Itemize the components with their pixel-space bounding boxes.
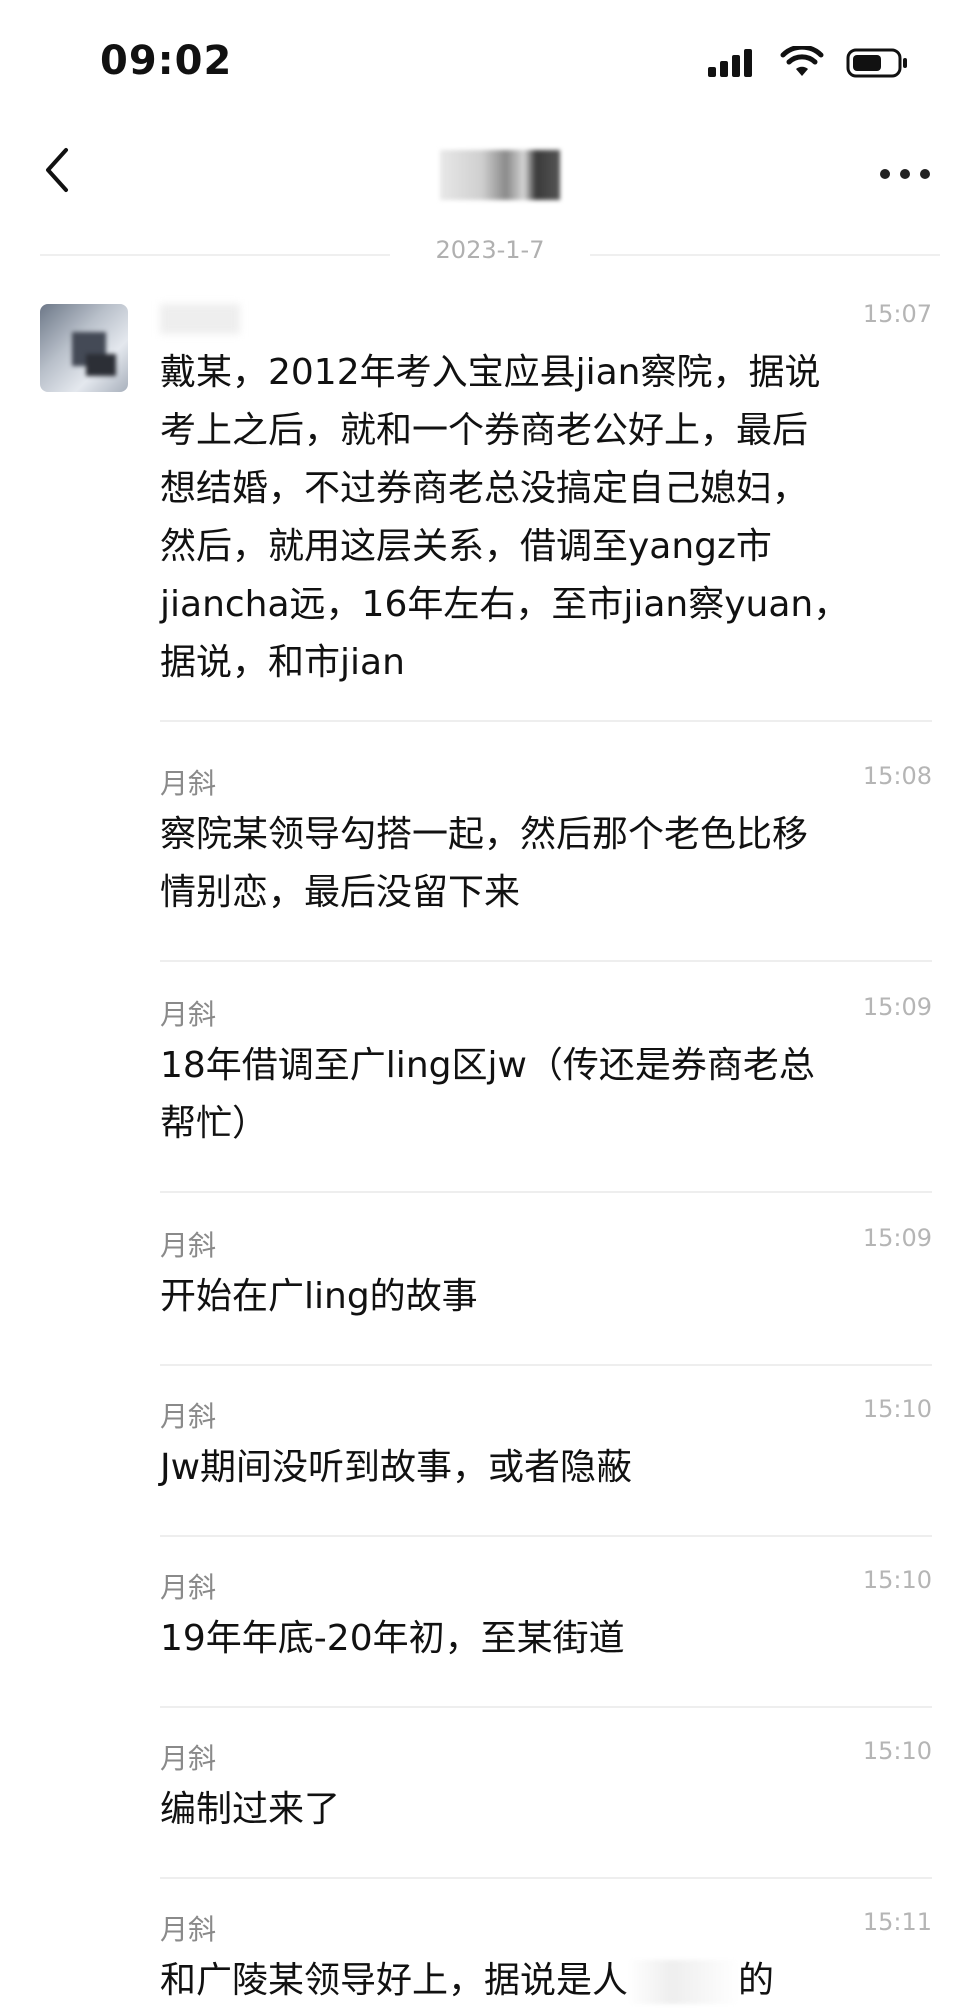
message-text: Jw期间没听到故事，或者隐蔽 <box>160 1447 633 1488</box>
message-item[interactable]: 月斜 15:09 18年借调至广ling区jw（传还是券商老总 帮忙） <box>160 993 932 1193</box>
message-sender: 月斜 <box>160 1742 217 1775</box>
message-sender: 月斜 <box>160 1571 217 1604</box>
avatar[interactable] <box>40 304 128 392</box>
message-divider <box>160 1877 932 1879</box>
message-divider <box>160 720 932 722</box>
more-options-button[interactable] <box>880 154 940 194</box>
more-dot-icon <box>880 169 890 179</box>
message-divider <box>160 1706 932 1708</box>
more-dot-icon <box>920 169 930 179</box>
message-item[interactable]: 月斜 15:09 开始在广ling的故事 <box>160 1224 932 1366</box>
message-time: 15:07 <box>862 300 932 328</box>
sender-redaction <box>160 304 240 334</box>
message-text: 和广陵某领导好上，据说是人 的 <box>160 1952 900 2010</box>
wifi-icon <box>780 46 824 76</box>
status-icons <box>706 46 910 80</box>
message-sender: 月斜 <box>160 767 217 800</box>
message-text: 18年借调至广ling区jw（传还是券商老总 帮忙） <box>160 1045 815 1144</box>
message-divider <box>160 960 932 962</box>
message-sender: 月斜 <box>160 1913 217 1946</box>
navigation-bar: 月斜 <box>0 120 980 230</box>
message-time: 15:10 <box>862 1737 932 1765</box>
separator-line <box>590 254 940 256</box>
message-item[interactable]: 月斜 15:08 察院某领导勾搭一起，然后那个老色比移 情别恋，最后没留下来 <box>160 762 932 962</box>
message-text: 戴某，2012年考入宝应县jian察院，据说 考上之后，就和一个券商老公好上，最… <box>160 352 850 683</box>
message-sender: 月斜 <box>160 1229 217 1262</box>
date-separator: 2023-1-7 <box>40 232 940 272</box>
battery-icon <box>846 48 907 78</box>
message-item[interactable]: 15:07 戴某，2012年考入宝应县jian察院，据说 考上之后，就和一个券商… <box>160 300 932 722</box>
message-text: 开始在广ling的故事 <box>160 1276 478 1317</box>
more-dot-icon <box>900 169 910 179</box>
message-time: 15:09 <box>862 1224 932 1252</box>
status-bar: 09:02 <box>0 0 980 120</box>
message-text: 察院某领导勾搭一起，然后那个老色比移 情别恋，最后没留下来 <box>160 814 809 913</box>
back-button[interactable] <box>30 140 90 200</box>
message-text: 19年年底-20年初，至某街道 <box>160 1618 625 1659</box>
chevron-left-icon <box>46 148 68 192</box>
message-divider <box>160 1191 932 1193</box>
text-redaction <box>628 1960 739 2004</box>
message-item[interactable]: 月斜 15:10 编制过来了 <box>160 1737 932 1879</box>
message-sender: 月斜 <box>160 998 217 1031</box>
message-text-part: 和广陵某领导好上，据说是人 <box>160 1960 629 2001</box>
message-text-part: 的 <box>738 1960 775 2001</box>
date-text: 2023-1-7 <box>435 236 545 264</box>
message-time: 15:10 <box>862 1395 932 1423</box>
avatar-redaction <box>86 354 116 376</box>
message-item[interactable]: 月斜 15:10 19年年底-20年初，至某街道 <box>160 1566 932 1708</box>
message-time: 15:09 <box>862 993 932 1021</box>
message-item[interactable]: 月斜 15:11 和广陵某领导好上，据说是人 的 <box>160 1908 932 2008</box>
message-divider <box>160 1364 932 1366</box>
message-time: 15:11 <box>862 1908 932 1936</box>
chat-title: 月斜 <box>440 150 560 200</box>
message-time: 15:08 <box>862 762 932 790</box>
chat-title-text: 月斜 <box>440 150 472 174</box>
message-divider <box>160 1535 932 1537</box>
message-text: 编制过来了 <box>160 1789 341 1830</box>
status-time: 09:02 <box>100 38 233 84</box>
cellular-signal-icon <box>708 49 752 77</box>
message-item[interactable]: 月斜 15:10 Jw期间没听到故事，或者隐蔽 <box>160 1395 932 1537</box>
message-sender: 月斜 <box>160 1400 217 1433</box>
message-time: 15:10 <box>862 1566 932 1594</box>
